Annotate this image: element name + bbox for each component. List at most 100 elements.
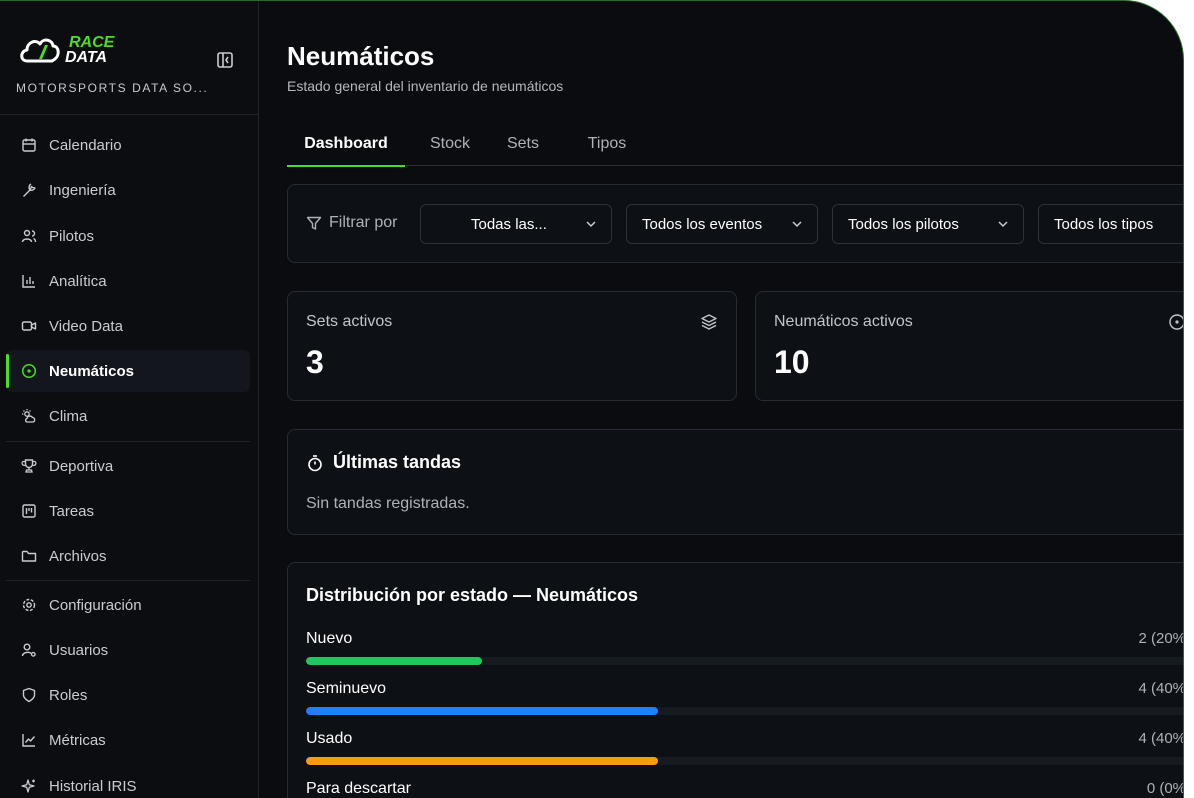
progress-track bbox=[306, 757, 1183, 765]
season-select[interactable]: Todas las... bbox=[420, 204, 612, 244]
tire-icon bbox=[20, 362, 38, 380]
tab-tipos[interactable]: Tipos bbox=[559, 122, 655, 166]
stopwatch-icon bbox=[308, 454, 322, 471]
brand: RACE DATA MOTORSPORTS DATA SO... bbox=[16, 31, 246, 101]
progress-fill bbox=[306, 657, 482, 665]
progress-track bbox=[306, 707, 1183, 715]
status-label: Para descartar bbox=[306, 780, 411, 797]
sidebar: RACE DATA MOTORSPORTS DATA SO... Calenda… bbox=[0, 1, 259, 798]
sidebar-item-label: Archivos bbox=[49, 547, 107, 565]
chevron-down-icon bbox=[998, 221, 1008, 228]
sidebar-item-label: Analítica bbox=[49, 272, 107, 290]
status-count: 4 (40% bbox=[1138, 730, 1184, 747]
sidebar-item-label: Tareas bbox=[49, 502, 95, 520]
season-select-value: Todas las... bbox=[471, 215, 547, 233]
layers-icon bbox=[701, 314, 717, 330]
tab-dashboard[interactable]: Dashboard bbox=[287, 122, 405, 167]
tire-icon bbox=[1169, 314, 1183, 330]
sidebar-item-analitica[interactable]: Analítica bbox=[6, 260, 250, 302]
status-label: Usado bbox=[306, 730, 353, 747]
filter-icon bbox=[306, 216, 322, 230]
sidebar-item-label: Métricas bbox=[49, 731, 106, 749]
users-icon bbox=[20, 227, 38, 245]
user-settings-icon bbox=[20, 641, 38, 659]
sidebar-item-pilotos[interactable]: Pilotos bbox=[6, 215, 250, 257]
stat-card-sets: Sets activos 3 bbox=[287, 291, 737, 401]
sidebar-item-label: Calendario bbox=[49, 136, 122, 154]
tab-sets[interactable]: Sets bbox=[499, 122, 547, 166]
chevron-down-icon bbox=[586, 221, 596, 228]
sidebar-item-roles[interactable]: Roles bbox=[6, 674, 250, 716]
type-select-value: Todos los tipos bbox=[1054, 215, 1154, 233]
sidebar-item-ingenieria[interactable]: Ingeniería bbox=[6, 169, 250, 211]
svg-text:DATA: DATA bbox=[65, 49, 107, 66]
chevron-down-icon bbox=[792, 221, 802, 228]
sidebar-item-label: Video Data bbox=[49, 317, 123, 335]
tab-bar: Dashboard Stock Sets Tipos bbox=[287, 122, 1183, 167]
stat-title: Sets activos bbox=[306, 313, 393, 330]
distribution-title: Distribución por estado — Neumáticos bbox=[306, 585, 639, 605]
shield-icon bbox=[20, 686, 38, 704]
progress-fill bbox=[306, 707, 658, 715]
collapse-sidebar-icon[interactable] bbox=[216, 51, 234, 69]
sidebar-item-label: Historial IRIS bbox=[49, 777, 137, 795]
sidebar-divider bbox=[6, 441, 250, 442]
kanban-icon bbox=[20, 502, 38, 520]
trophy-icon bbox=[20, 457, 38, 475]
recent-runs-title: Últimas tandas bbox=[306, 452, 461, 473]
weather-icon bbox=[20, 407, 38, 425]
stat-card-tires: Neumáticos activos 10 bbox=[755, 291, 1183, 401]
event-select-value: Todos los eventos bbox=[642, 215, 763, 233]
stat-value: 10 bbox=[774, 344, 810, 380]
filter-bar: Filtrar por Todas las... Todos los event… bbox=[287, 184, 1183, 263]
sidebar-item-label: Pilotos bbox=[49, 227, 95, 245]
line-chart-icon bbox=[20, 731, 38, 749]
page-title: Neumáticos bbox=[287, 41, 435, 71]
sidebar-item-label: Roles bbox=[49, 686, 88, 704]
sparkles-icon bbox=[20, 777, 38, 795]
distribution-card: Distribución por estado — Neumáticos Nue… bbox=[287, 562, 1184, 798]
empty-state-text: Sin tandas registradas. bbox=[306, 495, 470, 512]
sidebar-item-archivos[interactable]: Archivos bbox=[6, 535, 250, 577]
recent-runs-card: Últimas tandas Sin tandas registradas. bbox=[287, 429, 1183, 535]
gear-icon bbox=[20, 596, 38, 614]
sidebar-item-configuracion[interactable]: Configuración bbox=[6, 584, 250, 626]
sidebar-item-label: Clima bbox=[49, 407, 88, 425]
race-data-logo[interactable]: RACE DATA bbox=[19, 31, 151, 67]
filter-label: Filtrar por bbox=[306, 214, 397, 232]
status-count: 2 (20% bbox=[1138, 630, 1184, 647]
app-window: RACE DATA MOTORSPORTS DATA SO... Calenda… bbox=[0, 0, 1184, 798]
sidebar-item-label: Neumáticos bbox=[49, 362, 135, 380]
sidebar-item-metricas[interactable]: Métricas bbox=[6, 719, 250, 761]
progress-track bbox=[306, 657, 1183, 665]
stat-title: Neumáticos activos bbox=[774, 313, 913, 330]
event-select[interactable]: Todos los eventos bbox=[626, 204, 818, 244]
sidebar-divider bbox=[0, 114, 259, 115]
sidebar-item-deportiva[interactable]: Deportiva bbox=[6, 445, 250, 487]
tab-stock[interactable]: Stock bbox=[415, 122, 485, 166]
stat-value: 3 bbox=[306, 344, 324, 380]
sidebar-item-video-data[interactable]: Video Data bbox=[6, 305, 250, 347]
sidebar-item-clima[interactable]: Clima bbox=[6, 395, 250, 437]
sidebar-item-tareas[interactable]: Tareas bbox=[6, 490, 250, 532]
sidebar-item-label: Deportiva bbox=[49, 457, 114, 475]
bar-chart-icon bbox=[20, 272, 38, 290]
sidebar-item-label: Configuración bbox=[49, 596, 142, 614]
status-label: Nuevo bbox=[306, 630, 353, 647]
page-subtitle: Estado general del inventario de neumáti… bbox=[287, 78, 564, 94]
sidebar-item-neumaticos[interactable]: Neumáticos bbox=[6, 350, 250, 392]
status-label: Seminuevo bbox=[306, 680, 387, 697]
sidebar-item-usuarios[interactable]: Usuarios bbox=[6, 629, 250, 671]
video-icon bbox=[20, 317, 38, 335]
status-count: 4 (40% bbox=[1138, 680, 1184, 697]
progress-fill bbox=[306, 757, 658, 765]
sidebar-item-historial-iris[interactable]: Historial IRIS bbox=[6, 765, 250, 798]
sidebar-item-calendario[interactable]: Calendario bbox=[6, 124, 250, 166]
calendar-icon bbox=[20, 136, 38, 154]
type-select[interactable]: Todos los tipos bbox=[1038, 204, 1183, 244]
driver-select[interactable]: Todos los pilotos bbox=[832, 204, 1024, 244]
recent-runs-title-text: Últimas tandas bbox=[333, 452, 462, 472]
sidebar-item-label: Usuarios bbox=[49, 641, 109, 659]
distribution-row-nuevo: Nuevo 2 (20% bbox=[306, 630, 1184, 670]
folder-icon bbox=[20, 547, 38, 565]
